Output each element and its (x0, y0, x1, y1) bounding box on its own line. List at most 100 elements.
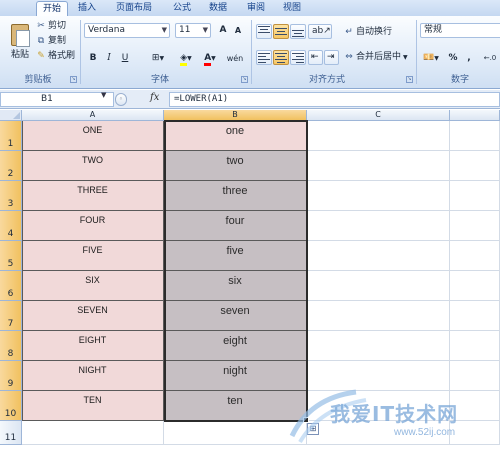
tab-formulas[interactable]: 公式 (167, 1, 197, 16)
align-bottom-button[interactable] (290, 24, 306, 39)
row-header[interactable]: 1 (0, 121, 22, 151)
select-all-button[interactable] (0, 110, 22, 121)
number-format-dropdown[interactable]: 常规 (420, 23, 500, 38)
align-middle-button[interactable] (273, 24, 289, 39)
cell-c2[interactable] (307, 151, 450, 181)
cut-button[interactable]: ✂ 剪切 (35, 19, 71, 34)
phonetic-guide-button[interactable]: wén (224, 51, 246, 66)
currency-button[interactable]: 💴▼ (420, 51, 442, 66)
cell-c8[interactable] (307, 331, 450, 361)
shrink-font-button[interactable]: A (231, 23, 245, 38)
cell-d9[interactable] (450, 361, 500, 391)
autofill-options-button[interactable]: ⊞ (307, 423, 319, 435)
cell-d3[interactable] (450, 181, 500, 211)
cell-a7[interactable]: SEVEN (22, 301, 164, 331)
cell-a6[interactable]: SIX (22, 271, 164, 301)
cell-d10[interactable] (450, 391, 500, 421)
cell-b5[interactable]: five (164, 241, 307, 271)
cell-a4[interactable]: FOUR (22, 211, 164, 241)
cell-a2[interactable]: TWO (22, 151, 164, 181)
wrap-text-button[interactable]: ↵ 自动换行 (343, 25, 411, 40)
row-header[interactable]: 10 (0, 391, 22, 421)
row-header[interactable]: 5 (0, 241, 22, 271)
insert-function-icon[interactable]: fx (150, 92, 159, 103)
column-header-b[interactable]: B (164, 110, 307, 121)
cell-d11[interactable] (450, 421, 500, 445)
column-header-a[interactable]: A (22, 110, 164, 121)
cell-d4[interactable] (450, 211, 500, 241)
cell-c1[interactable] (307, 121, 450, 151)
row-header[interactable]: 3 (0, 181, 22, 211)
cell-a1[interactable]: ONE (22, 121, 164, 151)
row-header[interactable]: 7 (0, 301, 22, 331)
cell-b1[interactable]: one (164, 121, 307, 151)
cell-b7[interactable]: seven (164, 301, 307, 331)
tab-insert[interactable]: 插入 (72, 1, 102, 16)
cell-c9[interactable] (307, 361, 450, 391)
tab-home[interactable]: 开始 (36, 1, 68, 16)
font-size-dropdown[interactable]: 11 ▼ (175, 23, 211, 38)
align-right-button[interactable] (290, 50, 306, 65)
underline-button[interactable]: U (118, 51, 132, 66)
cell-b11[interactable] (164, 421, 307, 445)
percent-button[interactable]: % (446, 51, 460, 66)
cell-c7[interactable] (307, 301, 450, 331)
column-header-d[interactable] (450, 110, 500, 121)
cell-c4[interactable] (307, 211, 450, 241)
cell-d1[interactable] (450, 121, 500, 151)
increase-decimal-button[interactable]: ←.0 (480, 51, 500, 66)
cell-b4[interactable]: four (164, 211, 307, 241)
chevron-down-icon[interactable]: ▼ (101, 91, 106, 99)
merge-center-button[interactable]: ⇔ 合并后居中 ▼ (343, 50, 413, 65)
row-header[interactable]: 2 (0, 151, 22, 181)
font-name-dropdown[interactable]: Verdana ▼ (84, 23, 170, 38)
cell-d6[interactable] (450, 271, 500, 301)
font-launcher-icon[interactable]: ↘ (241, 76, 248, 83)
increase-indent-button[interactable]: ⇥ (324, 50, 339, 65)
row-header[interactable]: 4 (0, 211, 22, 241)
row-header[interactable]: 11 (0, 421, 22, 445)
align-center-button[interactable] (273, 50, 289, 65)
italic-button[interactable]: I (102, 51, 116, 66)
row-header[interactable]: 8 (0, 331, 22, 361)
align-left-button[interactable] (256, 50, 272, 65)
cell-a9[interactable]: NIGHT (22, 361, 164, 391)
cell-a5[interactable]: FIVE (22, 241, 164, 271)
cell-a10[interactable]: TEN (22, 391, 164, 421)
tab-page-layout[interactable]: 页面布局 (109, 1, 159, 16)
format-painter-button[interactable]: ✎ 格式刷 (35, 49, 77, 64)
fill-color-button[interactable]: ◈▼ (175, 51, 197, 66)
cell-b3[interactable]: three (164, 181, 307, 211)
cell-d2[interactable] (450, 151, 500, 181)
cell-d5[interactable] (450, 241, 500, 271)
cell-c5[interactable] (307, 241, 450, 271)
name-box[interactable]: B1 (0, 92, 114, 107)
cell-c3[interactable] (307, 181, 450, 211)
tab-view[interactable]: 视图 (277, 1, 307, 16)
cell-b6[interactable]: six (164, 271, 307, 301)
tab-data[interactable]: 数据 (203, 1, 233, 16)
cell-a11[interactable] (22, 421, 164, 445)
comma-button[interactable]: , (462, 51, 476, 66)
row-header[interactable]: 6 (0, 271, 22, 301)
column-header-c[interactable]: C (307, 110, 450, 121)
alignment-launcher-icon[interactable]: ↘ (406, 76, 413, 83)
cell-b2[interactable]: two (164, 151, 307, 181)
tab-review[interactable]: 审阅 (241, 1, 271, 16)
cell-c6[interactable] (307, 271, 450, 301)
borders-button[interactable]: ⊞▼ (147, 51, 169, 66)
bold-button[interactable]: B (86, 51, 100, 66)
align-top-button[interactable] (256, 24, 272, 39)
cell-c10[interactable] (307, 391, 450, 421)
cell-a8[interactable]: EIGHT (22, 331, 164, 361)
cell-a3[interactable]: THREE (22, 181, 164, 211)
clipboard-launcher-icon[interactable]: ↘ (70, 76, 77, 83)
grow-font-button[interactable]: A (216, 23, 230, 38)
font-color-button[interactable]: A▼ (199, 51, 221, 66)
cell-b10[interactable]: ten (164, 391, 307, 421)
copy-button[interactable]: ⧉ 复制 (35, 34, 71, 49)
row-header[interactable]: 9 (0, 361, 22, 391)
formula-bar-expander[interactable]: ◦ (115, 93, 127, 106)
cell-c11[interactable] (307, 421, 450, 445)
formula-input[interactable]: =LOWER(A1) (169, 92, 500, 107)
